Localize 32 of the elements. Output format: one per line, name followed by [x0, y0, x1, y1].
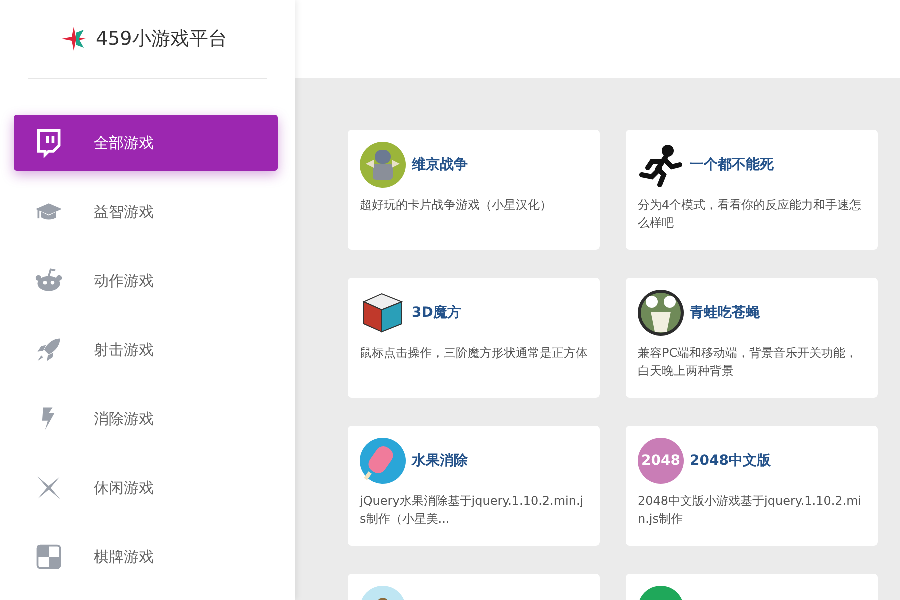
sidebar-item[interactable]: 消除游戏	[14, 391, 278, 447]
game-title[interactable]: 维京战争	[412, 156, 468, 174]
game-card[interactable]: 3D魔方 鼠标点击操作，三阶魔方形状通常是正方体	[348, 278, 600, 398]
game-card[interactable]: 青蛙吃苍蝇 兼容PC端和移动端，背景音乐开关功能，白天晚上两种背景	[626, 278, 878, 398]
running-man-icon	[638, 142, 684, 188]
game-title[interactable]: 水果消除	[412, 452, 468, 470]
game-card[interactable]: 2048 2048中文版 2048中文版小游戏基于jquery.1.10.2.min.js制作	[626, 426, 878, 546]
sidebar-item[interactable]: 棋牌游戏	[14, 529, 278, 585]
game-description: 分为4个模式，看看你的反应能力和手速怎么样吧	[638, 197, 863, 232]
game-description: 超好玩的卡片战争游戏（小星汉化）	[360, 197, 553, 214]
game-description: 2048中文版小游戏基于jquery.1.10.2.min.js制作	[638, 493, 863, 528]
game-description: jQuery水果消除基于jquery.1.10.2.min.js制作（小星美...	[360, 493, 585, 528]
game-card[interactable]: 一个都不能死 分为4个模式，看看你的反应能力和手速怎么样吧	[626, 130, 878, 250]
sidebar-item[interactable]: 益智游戏	[14, 184, 278, 240]
game-title[interactable]: 青蛙吃苍蝇	[690, 304, 760, 322]
viking-avatar-icon	[360, 142, 406, 188]
game-card[interactable]: 维京战争 超好玩的卡片战争游戏（小星汉化）	[348, 130, 600, 250]
sidebar-item[interactable]: 动作游戏	[14, 253, 278, 309]
popsicle-avatar-icon	[360, 438, 406, 484]
sidebar-item[interactable]: 休闲游戏	[14, 460, 278, 516]
number-avatar: 2048	[638, 438, 684, 484]
game-title[interactable]: 3D魔方	[412, 304, 462, 322]
sidebar-item[interactable]: 射击游戏	[14, 322, 278, 378]
site-title: 459小游戏平台	[96, 27, 228, 52]
board-icon	[34, 542, 64, 572]
game-title[interactable]: 一个都不能死	[690, 156, 774, 174]
game-description: 兼容PC端和移动端，背景音乐开关功能，白天晚上两种背景	[638, 345, 859, 380]
game-description: 鼠标点击操作，三阶魔方形状通常是正方体	[360, 345, 588, 362]
sidebar-item[interactable]: 全部游戏	[14, 115, 278, 171]
frog-avatar-icon	[638, 290, 684, 336]
game-card[interactable]: 水果消除 jQuery水果消除基于jquery.1.10.2.min.js制作（小星美...	[348, 426, 600, 546]
game-title[interactable]: 2048中文版	[690, 452, 771, 470]
